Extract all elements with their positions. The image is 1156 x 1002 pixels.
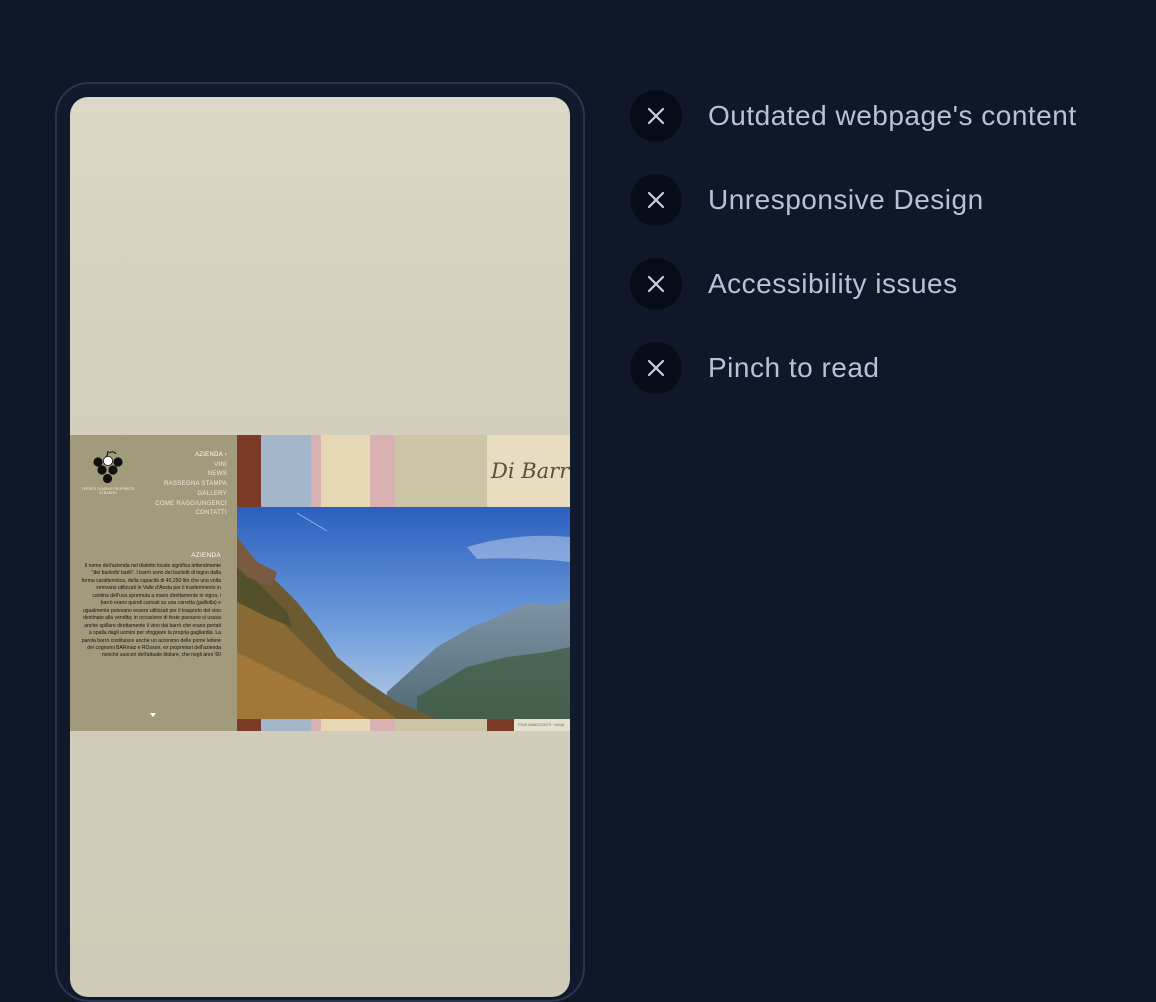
- brand-line-2: DI BARRÒ: [99, 491, 117, 495]
- issue-label: Pinch to read: [708, 352, 880, 383]
- menu-item-come-raggiungerci[interactable]: COME RAGGIUNGERCI: [155, 500, 227, 510]
- site-menu: AZIENDA › VINI NEWS RASSEGNA STAMPA GALL…: [155, 451, 227, 519]
- footer-stripe-brown-2: [487, 719, 514, 731]
- stripe-khaki: [395, 435, 487, 507]
- issue-item: Outdated webpage's content: [630, 90, 1150, 142]
- issue-label: Accessibility issues: [708, 268, 958, 299]
- footer-stripe-pink-2: [370, 719, 395, 731]
- embedded-website: TERRES DOUBLE PROPRIETE DI BARRÒ AZIENDA…: [70, 435, 570, 731]
- issue-item: Pinch to read: [630, 342, 1150, 394]
- issue-item: Accessibility issues: [630, 258, 1150, 310]
- close-icon: [630, 90, 682, 142]
- menu-item-gallery[interactable]: GALLERY: [155, 490, 227, 500]
- stripe-pink: [311, 435, 321, 507]
- phone-screen[interactable]: TERRES DOUBLE PROPRIETE DI BARRÒ AZIENDA…: [70, 97, 570, 997]
- scroll-down-arrow-icon[interactable]: [150, 713, 156, 717]
- stripe-blue: [261, 435, 311, 507]
- menu-item-azienda[interactable]: AZIENDA ›: [155, 451, 227, 461]
- menu-item-rassegna-stampa[interactable]: RASSEGNA STAMPA: [155, 480, 227, 490]
- footer-text: P.IVA 00863370073 · info@: [518, 723, 565, 727]
- footer-stripe-khaki: [395, 719, 487, 731]
- close-icon: [630, 174, 682, 226]
- issue-item: Unresponsive Design: [630, 174, 1150, 226]
- footer-stripe-pink: [311, 719, 321, 731]
- section-title: AZIENDA: [191, 552, 221, 559]
- close-icon: [630, 342, 682, 394]
- footer-stripe-brown: [237, 719, 261, 731]
- grapes-logo-icon: [93, 450, 123, 484]
- stripe-pink-2: [370, 435, 395, 507]
- menu-item-contatti[interactable]: CONTATTI: [155, 509, 227, 519]
- stripe-brown: [237, 435, 261, 507]
- site-brand-text: TERRES DOUBLE PROPRIETE DI BARRÒ: [76, 487, 140, 495]
- footer-stripe-blue: [261, 719, 311, 731]
- menu-item-news[interactable]: NEWS: [155, 470, 227, 480]
- site-logo-text: Di Barrò: [487, 435, 570, 507]
- footer-color-stripes: P.IVA 00863370073 · info@: [237, 719, 570, 731]
- about-text: Il nome dell'azienda nel dialetto locale…: [81, 563, 221, 659]
- stripe-cream: [321, 435, 370, 507]
- site-sidebar: TERRES DOUBLE PROPRIETE DI BARRÒ AZIENDA…: [70, 435, 237, 731]
- menu-item-vini[interactable]: VINI: [155, 461, 227, 471]
- close-icon: [630, 258, 682, 310]
- footer-stripe-cream: [321, 719, 370, 731]
- vineyard-photo: [237, 507, 570, 719]
- issue-label: Unresponsive Design: [708, 184, 984, 215]
- issue-label: Outdated webpage's content: [708, 100, 1077, 131]
